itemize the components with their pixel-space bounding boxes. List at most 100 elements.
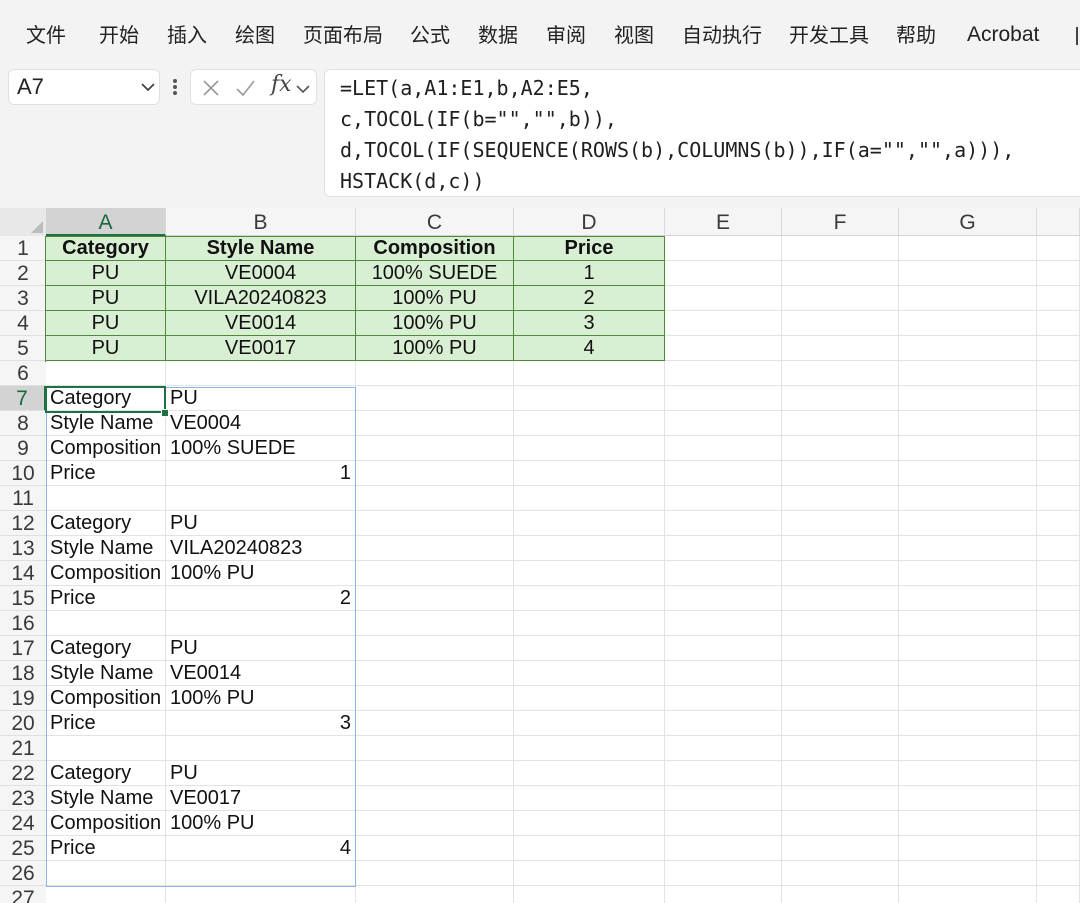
cell[interactable] <box>899 786 1037 811</box>
row-header[interactable]: 5 <box>0 336 46 361</box>
cell[interactable] <box>899 461 1037 486</box>
cell[interactable] <box>665 236 782 261</box>
cell[interactable] <box>665 436 782 461</box>
cell[interactable] <box>46 861 166 886</box>
enter-check-icon[interactable] <box>235 78 255 98</box>
column-header-a[interactable]: A <box>46 208 166 236</box>
cell[interactable] <box>1037 686 1080 711</box>
output-label-cell[interactable]: Category <box>46 761 166 786</box>
cell[interactable] <box>782 886 899 903</box>
cell[interactable] <box>665 811 782 836</box>
cell[interactable] <box>899 286 1037 311</box>
cell[interactable] <box>782 261 899 286</box>
cell[interactable] <box>665 711 782 736</box>
column-header-d[interactable]: D <box>514 208 665 236</box>
cell[interactable] <box>782 561 899 586</box>
table-data-cell[interactable]: 100% PU <box>356 336 514 361</box>
cell[interactable] <box>782 736 899 761</box>
cell[interactable] <box>46 886 166 903</box>
row-header[interactable]: 24 <box>0 811 46 836</box>
output-label-cell[interactable]: Style Name <box>46 411 166 436</box>
cell[interactable] <box>1037 711 1080 736</box>
output-value-cell[interactable]: VE0014 <box>166 661 356 686</box>
cell[interactable] <box>899 411 1037 436</box>
cell[interactable] <box>356 536 514 561</box>
cell[interactable] <box>514 736 665 761</box>
cell[interactable] <box>356 436 514 461</box>
row-header[interactable]: 16 <box>0 611 46 636</box>
output-value-cell[interactable]: VE0017 <box>166 786 356 811</box>
output-label-cell[interactable]: Composition <box>46 811 166 836</box>
cell[interactable] <box>356 486 514 511</box>
cell[interactable] <box>665 511 782 536</box>
cell[interactable] <box>782 861 899 886</box>
table-header-cell[interactable]: Price <box>514 236 665 261</box>
cell[interactable] <box>356 786 514 811</box>
cell[interactable] <box>899 611 1037 636</box>
cell[interactable] <box>782 461 899 486</box>
output-label-cell[interactable]: Style Name <box>46 661 166 686</box>
output-value-cell[interactable]: VE0004 <box>166 411 356 436</box>
cell[interactable] <box>356 611 514 636</box>
cell[interactable] <box>782 486 899 511</box>
cell[interactable] <box>356 661 514 686</box>
cell[interactable] <box>899 436 1037 461</box>
cell[interactable] <box>356 411 514 436</box>
output-label-cell[interactable]: Composition <box>46 561 166 586</box>
tab-draw[interactable]: 绘图 <box>235 20 275 50</box>
cell[interactable] <box>665 261 782 286</box>
output-label-cell[interactable]: Price <box>46 711 166 736</box>
cell[interactable] <box>356 836 514 861</box>
row-header[interactable]: 22 <box>0 761 46 786</box>
row-header[interactable]: 12 <box>0 511 46 536</box>
cell[interactable] <box>166 861 356 886</box>
cell[interactable] <box>665 386 782 411</box>
chevron-down-icon[interactable] <box>139 78 157 96</box>
cell[interactable] <box>1037 436 1080 461</box>
tab-file[interactable]: 文件 <box>26 20 66 50</box>
row-header[interactable]: 10 <box>0 461 46 486</box>
cell[interactable] <box>514 486 665 511</box>
cell[interactable] <box>665 461 782 486</box>
chevron-down-icon[interactable] <box>295 78 311 98</box>
select-all-button[interactable] <box>0 208 46 236</box>
table-data-cell[interactable]: 1 <box>514 261 665 286</box>
cell[interactable] <box>665 686 782 711</box>
cell[interactable] <box>356 586 514 611</box>
cell[interactable] <box>899 711 1037 736</box>
cell[interactable] <box>782 586 899 611</box>
table-data-cell[interactable]: VE0014 <box>166 311 356 336</box>
cell[interactable] <box>665 336 782 361</box>
output-label-cell[interactable]: Price <box>46 586 166 611</box>
cell[interactable] <box>1037 236 1080 261</box>
output-label-cell[interactable]: Composition <box>46 436 166 461</box>
cell[interactable] <box>356 811 514 836</box>
tab-home[interactable]: 开始 <box>99 20 139 50</box>
row-header[interactable]: 23 <box>0 786 46 811</box>
output-label-cell[interactable]: Category <box>46 511 166 536</box>
output-value-cell[interactable]: VILA20240823 <box>166 536 356 561</box>
output-value-cell[interactable]: 4 <box>166 836 356 861</box>
cell[interactable] <box>1037 886 1080 903</box>
cell[interactable] <box>1037 386 1080 411</box>
cell[interactable] <box>356 386 514 411</box>
cell[interactable] <box>665 861 782 886</box>
cell[interactable] <box>1037 786 1080 811</box>
worksheet-grid[interactable]: ABCDEFG 1 2 3 4 5 6 7 8 9 10 11 12 13 14 15 16 17 18 19 20 2… <box>0 208 1080 903</box>
cell[interactable] <box>665 661 782 686</box>
cell[interactable] <box>665 586 782 611</box>
cell[interactable] <box>1037 411 1080 436</box>
cell[interactable] <box>514 686 665 711</box>
cell[interactable] <box>166 886 356 903</box>
row-header[interactable]: 1 <box>0 236 46 261</box>
cell[interactable] <box>782 361 899 386</box>
cell[interactable] <box>899 536 1037 561</box>
cell[interactable] <box>665 836 782 861</box>
cell[interactable] <box>1037 286 1080 311</box>
cell[interactable] <box>899 811 1037 836</box>
cell[interactable] <box>1037 336 1080 361</box>
cell[interactable] <box>782 336 899 361</box>
table-data-cell[interactable]: VE0004 <box>166 261 356 286</box>
cell[interactable] <box>1037 661 1080 686</box>
cell[interactable] <box>665 886 782 903</box>
